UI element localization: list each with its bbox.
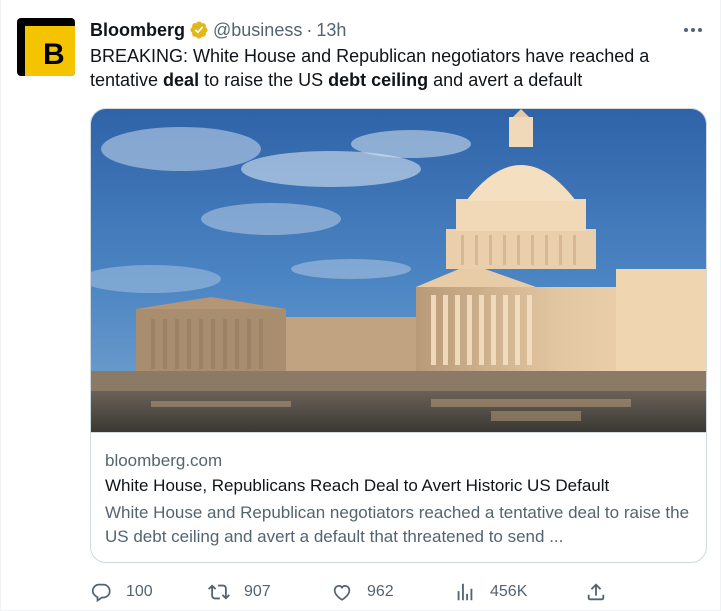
card-body[interactable]: bloomberg.com White House, Republicans R… — [91, 432, 706, 562]
reply-button[interactable]: 100 — [90, 578, 153, 606]
card-domain: bloomberg.com — [105, 451, 223, 470]
retweet-button[interactable]: 907 — [208, 578, 271, 606]
avatar-letter: B — [43, 38, 65, 71]
card-image-capitol[interactable] — [91, 109, 706, 432]
card-title: White House, Republicans Reach Deal to A… — [105, 476, 610, 495]
action-bar: 100 907 962 456K — [90, 578, 710, 606]
views-icon — [457, 583, 473, 601]
more-icon[interactable] — [681, 20, 705, 40]
retweet-count: 907 — [244, 583, 271, 600]
link-card[interactable]: bloomberg.com White House, Republicans R… — [90, 108, 707, 563]
like-icon — [333, 584, 351, 601]
tweet-text: BREAKING: White House and Republican neg… — [90, 44, 700, 92]
verified-badge-icon[interactable] — [189, 20, 209, 40]
display-name[interactable]: Bloomberg — [90, 20, 185, 41]
more-dot — [684, 28, 688, 32]
tweet-text-bold: deal — [163, 70, 200, 90]
avatar-logo: B — [25, 26, 75, 76]
tweet-text-part: to raise the US — [199, 70, 329, 90]
handle[interactable]: @business — [213, 20, 302, 41]
reply-icon — [91, 583, 111, 603]
timestamp[interactable]: 13h — [316, 20, 346, 41]
views-button[interactable]: 456K — [454, 578, 527, 606]
tweet-header: Bloomberg @business · 13h — [90, 18, 346, 42]
avatar[interactable]: B — [17, 18, 75, 76]
share-icon — [587, 583, 605, 601]
views-count: 456K — [490, 583, 528, 600]
like-button[interactable]: 962 — [331, 578, 394, 606]
tweet-text-bold: debt ceiling — [328, 70, 429, 90]
separator-dot: · — [306, 19, 313, 40]
more-dot — [698, 28, 702, 32]
like-count: 962 — [367, 583, 394, 600]
tweet[interactable]: B Bloomberg @business · 13h BREAKING: Wh… — [0, 0, 721, 611]
tweet-text-part: and avert a default — [428, 70, 583, 90]
more-dot — [691, 28, 695, 32]
share-button[interactable] — [585, 578, 607, 606]
card-description: White House and Republican negotiators r… — [105, 503, 690, 546]
reply-count: 100 — [126, 583, 153, 600]
retweet-icon — [208, 584, 230, 600]
